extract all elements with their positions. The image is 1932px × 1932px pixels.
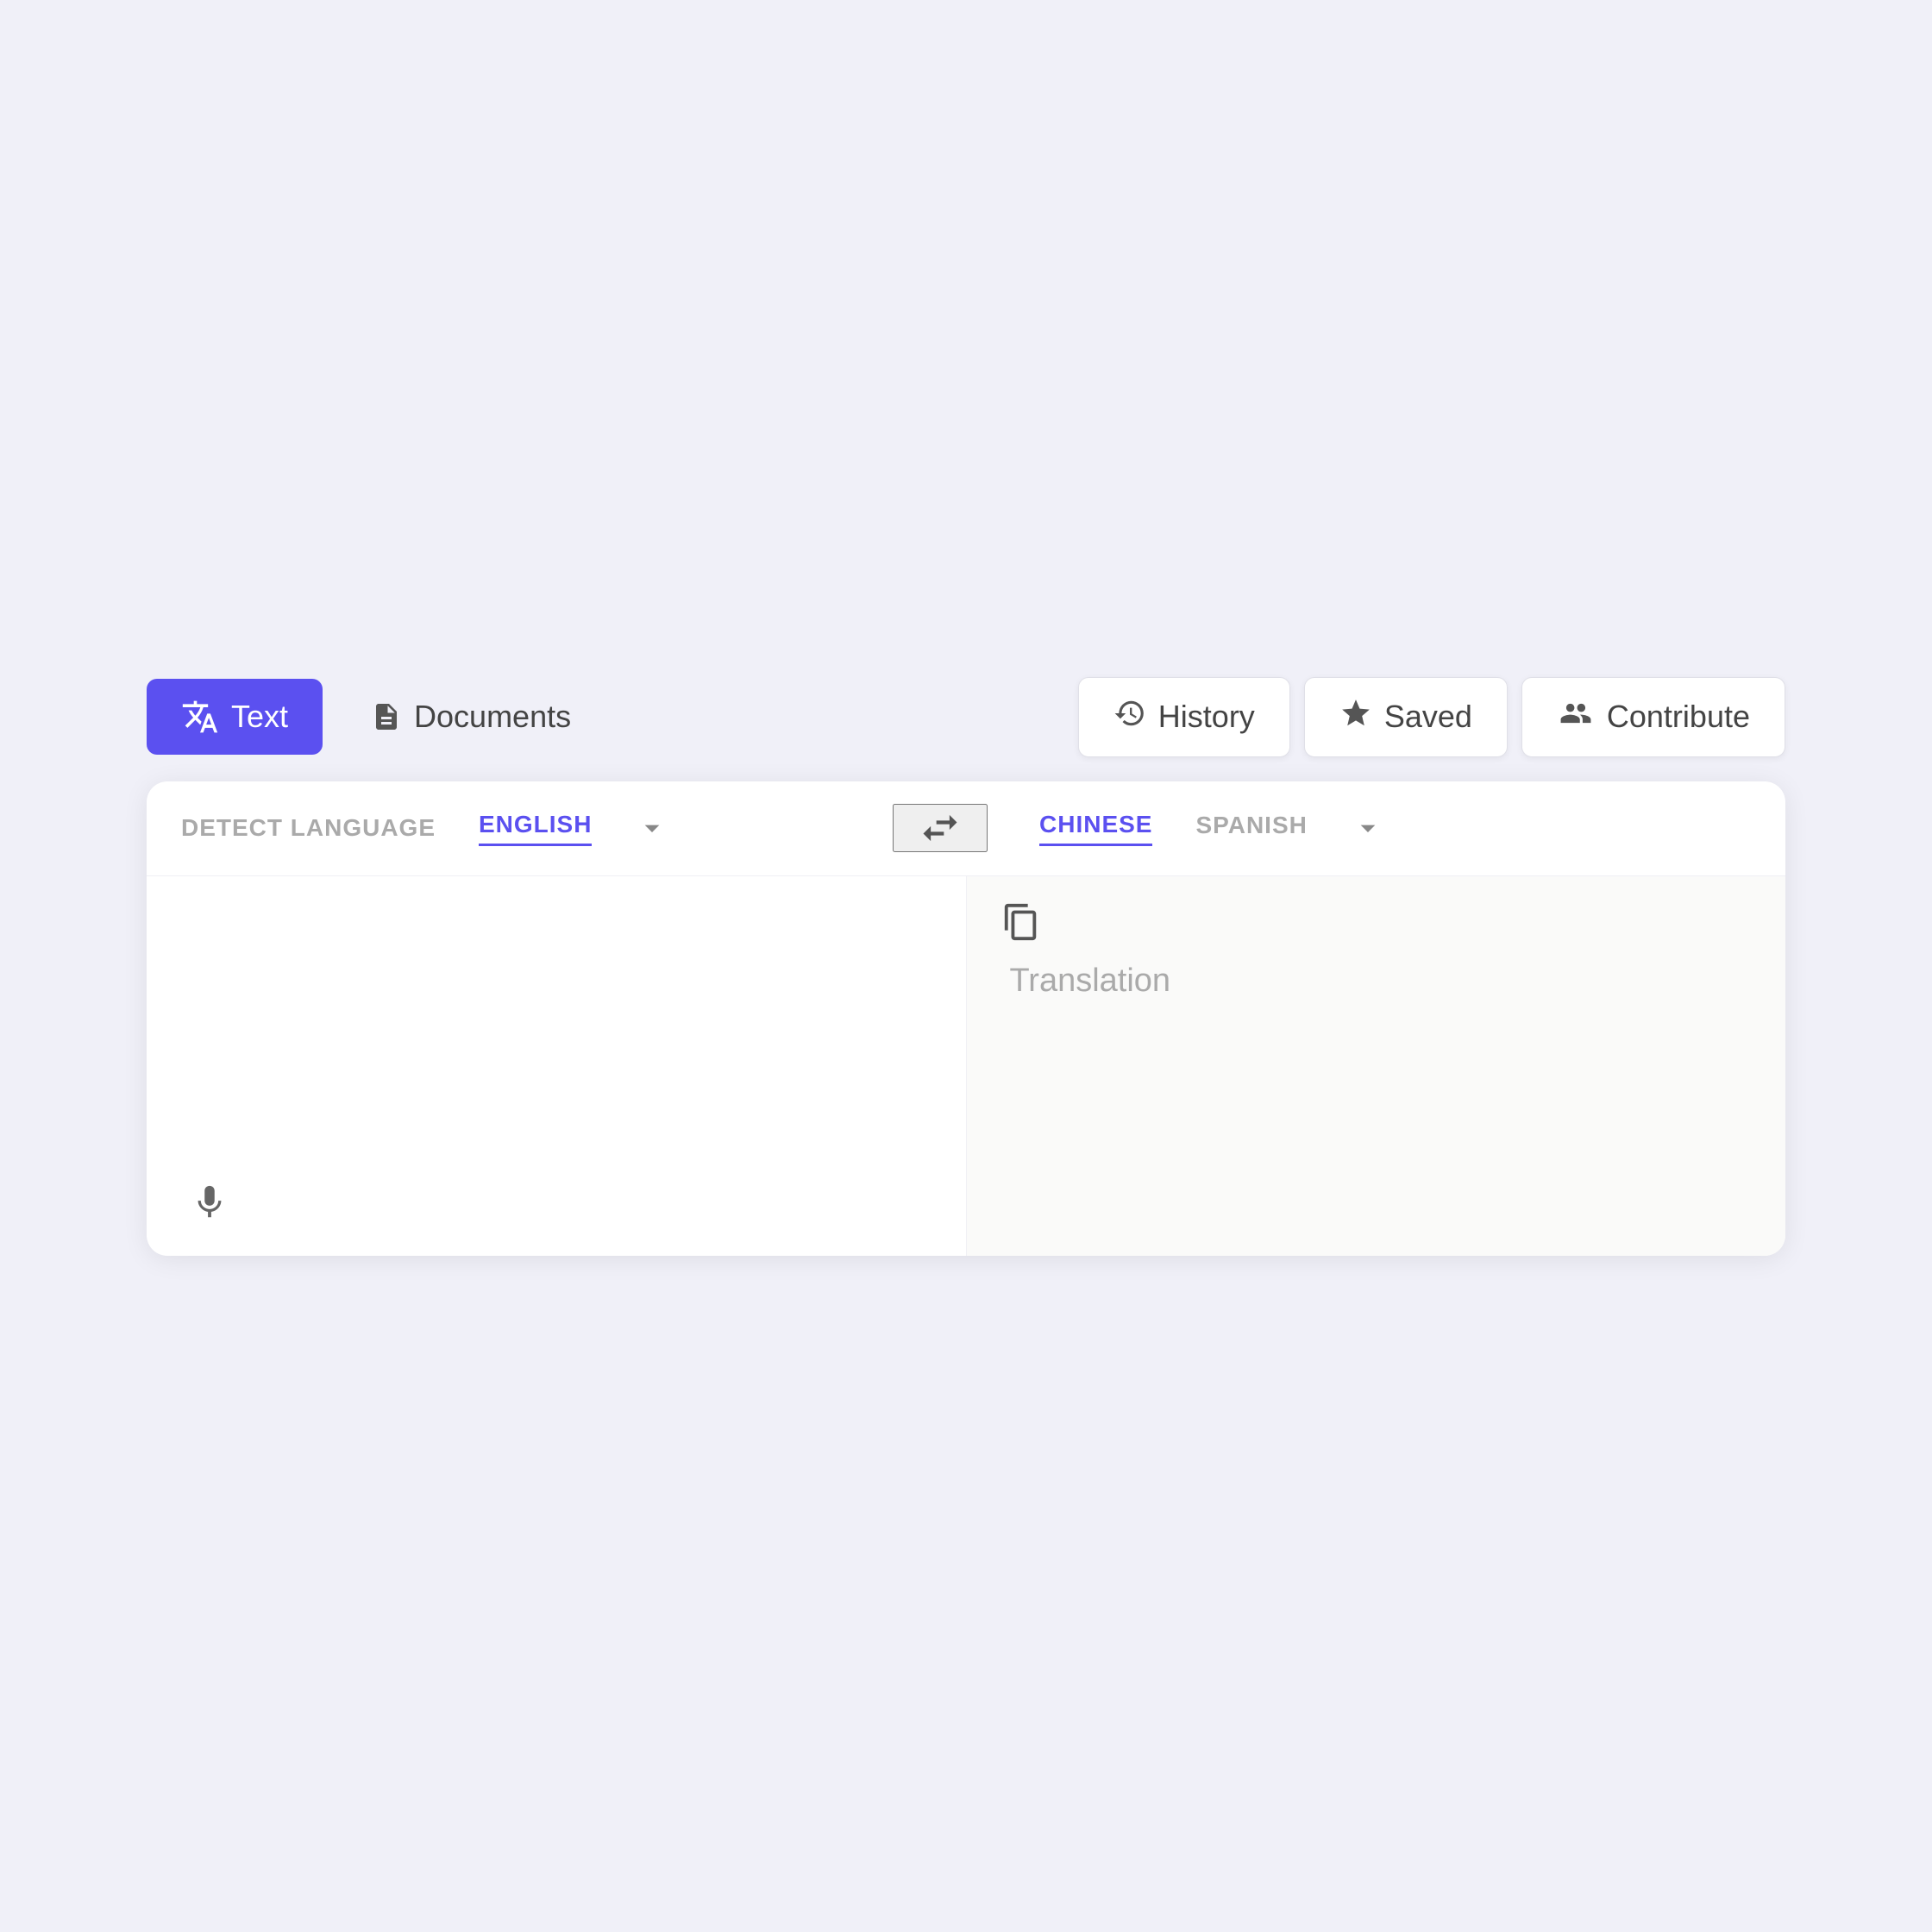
people-icon — [1557, 697, 1595, 737]
translation-content-area: Translation — [147, 876, 1785, 1256]
toolbar: Text Documents — [147, 677, 1785, 757]
app-container: Text Documents — [147, 677, 1785, 1256]
source-text-input[interactable] — [190, 911, 923, 1221]
app-background: Text Documents — [0, 0, 1932, 1932]
text-tab-button[interactable]: Text — [147, 679, 323, 755]
history-icon — [1113, 697, 1146, 737]
translate-icon — [181, 698, 219, 736]
source-language-dropdown[interactable] — [635, 811, 669, 845]
translation-card: DETECT LANGUAGE ENGLISH CH — [147, 781, 1785, 1256]
toolbar-right: History Saved — [1078, 677, 1785, 757]
contribute-label: Contribute — [1607, 699, 1750, 735]
history-label: History — [1158, 699, 1255, 735]
translation-output-area: Translation — [967, 876, 1786, 1256]
copy-translation-button[interactable] — [1001, 902, 1041, 944]
translation-output-text: Translation — [1010, 963, 1743, 1000]
swap-languages-button[interactable] — [893, 804, 988, 852]
chinese-language-option[interactable]: CHINESE — [1039, 811, 1152, 846]
saved-button[interactable]: Saved — [1304, 677, 1508, 757]
target-language-dropdown[interactable] — [1351, 811, 1385, 845]
saved-label: Saved — [1384, 699, 1472, 735]
source-language-selector: DETECT LANGUAGE ENGLISH — [181, 811, 893, 846]
star-icon — [1339, 697, 1372, 737]
documents-tab-button[interactable]: Documents — [336, 679, 605, 755]
document-icon — [371, 698, 402, 736]
toolbar-left: Text Documents — [147, 679, 605, 755]
text-tab-label: Text — [231, 699, 288, 735]
source-text-area — [147, 876, 967, 1256]
language-selector-row: DETECT LANGUAGE ENGLISH CH — [147, 781, 1785, 876]
contribute-button[interactable]: Contribute — [1521, 677, 1785, 757]
english-language-option[interactable]: ENGLISH — [479, 811, 592, 846]
documents-tab-label: Documents — [414, 699, 571, 735]
microphone-button[interactable] — [190, 1182, 229, 1225]
spanish-language-option[interactable]: SPANISH — [1195, 812, 1307, 844]
detect-language-option[interactable]: DETECT LANGUAGE — [181, 814, 436, 842]
target-language-selector: CHINESE SPANISH — [988, 811, 1751, 846]
history-button[interactable]: History — [1078, 677, 1290, 757]
